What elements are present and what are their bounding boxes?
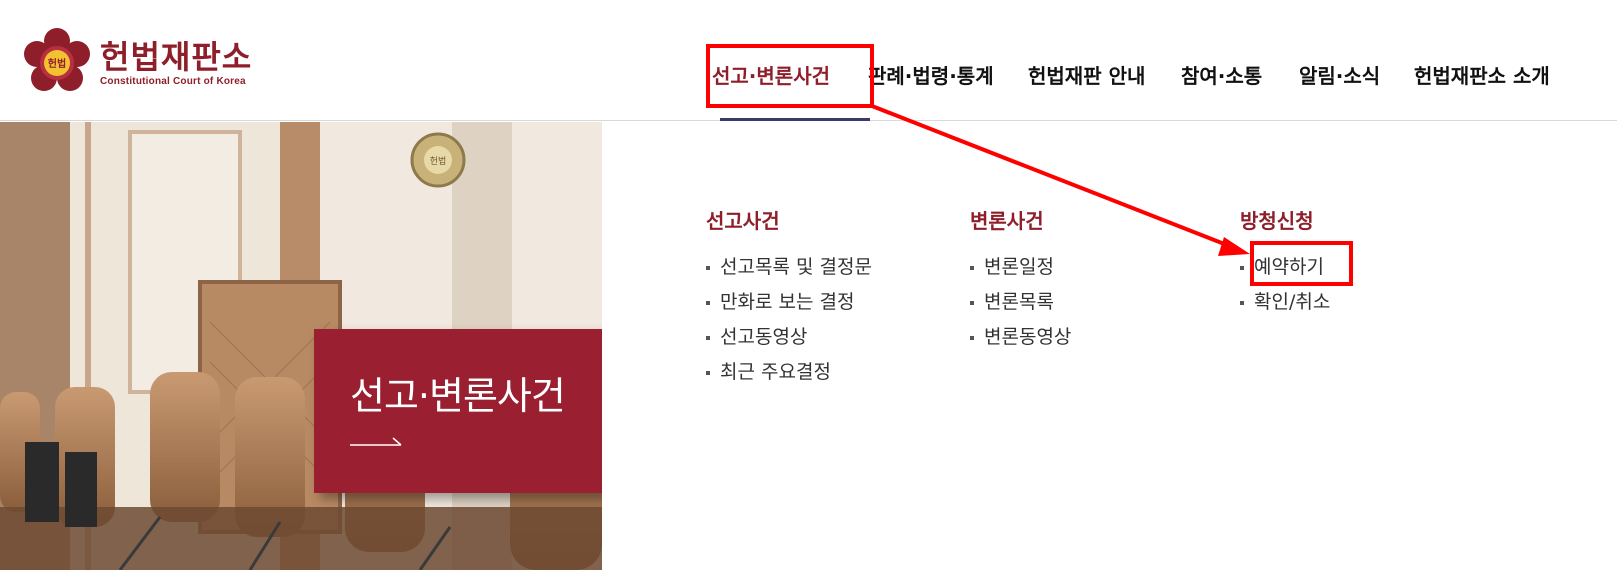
right-arrow-icon (350, 437, 402, 446)
menu-item-cartoon-decision[interactable]: 만화로 보는 결정 (706, 287, 872, 322)
annotation-box-gnb (706, 44, 874, 108)
annotation-box-reservation (1250, 241, 1353, 286)
menu-heading-verdict: 선고사건 (706, 209, 780, 233)
menu-item-recent-decisions[interactable]: 최근 주요결정 (706, 357, 872, 392)
menu-item-verdict-list[interactable]: 선고목록 및 결정문 (706, 252, 872, 287)
menu-item-confirm-cancel[interactable]: 확인/취소 (1240, 287, 1330, 322)
hero-title: 선고·변론사건 (350, 374, 566, 418)
gnb-item-trial-guide[interactable]: 헌법재판 안내 (1028, 60, 1145, 89)
gnb-item-notices[interactable]: 알림·소식 (1299, 60, 1380, 89)
menu-column-verdict: 선고사건 선고목록 및 결정문 만화로 보는 결정 선고동영상 최근 주요결정 (706, 205, 872, 392)
menu-column-hearing: 변론사건 변론일정 변론목록 변론동영상 (970, 205, 1071, 357)
menu-heading-attendance: 방청신청 (1240, 209, 1314, 233)
menu-heading-hearing: 변론사건 (970, 209, 1044, 233)
menu-item-hearing-list[interactable]: 변론목록 (970, 287, 1071, 322)
gnb-item-about-court[interactable]: 헌법재판소 소개 (1414, 60, 1550, 89)
gnb-item-precedents-laws[interactable]: 판례·법령·통계 (868, 60, 994, 89)
menu-item-hearing-schedule[interactable]: 변론일정 (970, 252, 1071, 287)
menu-item-hearing-video[interactable]: 변론동영상 (970, 322, 1071, 357)
active-menu-underline (720, 118, 870, 121)
hero-title-panel: 선고·변론사건 (314, 329, 602, 493)
hero-emblem-label: 헌법 (430, 156, 447, 167)
gnb-item-participation[interactable]: 참여·소통 (1181, 60, 1262, 89)
menu-item-verdict-video[interactable]: 선고동영상 (706, 322, 872, 357)
courtroom-hero-image: 헌법 선고·변론사건 (0, 122, 602, 570)
